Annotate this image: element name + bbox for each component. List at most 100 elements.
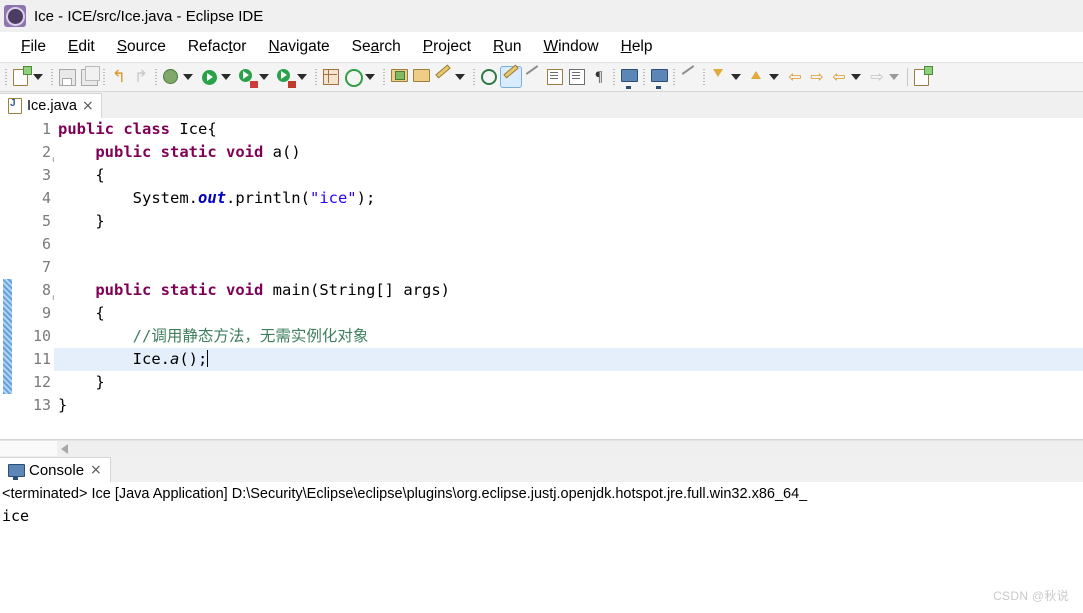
save-all-icon[interactable] bbox=[78, 65, 100, 88]
code-token: { bbox=[58, 304, 105, 322]
toggle-mark-occurrences-icon[interactable] bbox=[500, 63, 522, 88]
menu-run[interactable]: Run bbox=[482, 36, 532, 58]
window-title: Ice - ICE/src/Ice.java - Eclipse IDE bbox=[34, 7, 264, 25]
open-type-icon[interactable] bbox=[388, 66, 410, 88]
paragraph-icon[interactable]: ¶ bbox=[588, 66, 610, 88]
terminal-icon[interactable] bbox=[648, 66, 670, 88]
code-token: a() bbox=[263, 143, 301, 161]
menu-edit[interactable]: Edit bbox=[57, 36, 106, 58]
scrollbar-track[interactable] bbox=[57, 441, 1083, 456]
forward-with-mark-icon[interactable]: ⇨ bbox=[806, 66, 828, 88]
code-token: public bbox=[95, 143, 152, 161]
code-token: void bbox=[226, 143, 264, 161]
code-token: //调用静态方法，无需实例化对象 bbox=[132, 327, 369, 345]
code-line[interactable]: public static void a() bbox=[54, 141, 1083, 164]
new-wizard-dropdown-icon[interactable] bbox=[33, 74, 43, 80]
back-dropdown-icon[interactable] bbox=[851, 74, 861, 80]
open-declaration-icon[interactable] bbox=[544, 66, 566, 88]
code-line[interactable]: { bbox=[54, 302, 1083, 325]
debug-icon[interactable] bbox=[160, 66, 182, 88]
menu-source[interactable]: Source bbox=[106, 36, 177, 58]
profile-dropdown-icon[interactable] bbox=[297, 74, 307, 80]
code-line[interactable]: } bbox=[54, 394, 1083, 417]
code-token: a bbox=[169, 350, 180, 368]
code-line[interactable]: } bbox=[54, 210, 1083, 233]
close-icon[interactable]: × bbox=[82, 99, 94, 113]
code-line[interactable] bbox=[54, 233, 1083, 256]
code-line[interactable] bbox=[54, 256, 1083, 279]
line-number: 10 bbox=[32, 327, 51, 345]
run-icon[interactable] bbox=[198, 66, 220, 88]
debug-dropdown-icon[interactable] bbox=[183, 74, 193, 80]
code-line[interactable]: Ice.a(); bbox=[54, 348, 1083, 371]
open-task-icon[interactable] bbox=[410, 66, 432, 88]
scroll-left-icon[interactable] bbox=[61, 443, 68, 454]
line-number: 7 bbox=[41, 258, 51, 276]
forward-icon: ⇨ bbox=[870, 67, 884, 86]
code-token: (); bbox=[179, 350, 208, 368]
code-line[interactable]: //调用静态方法，无需实例化对象 bbox=[54, 325, 1083, 348]
menu-window[interactable]: Window bbox=[532, 36, 609, 58]
menu-search[interactable]: Search bbox=[341, 36, 412, 58]
menu-refactor[interactable]: Refactor bbox=[177, 36, 258, 58]
back-with-mark-icon[interactable]: ⇦ bbox=[784, 66, 806, 88]
annotation-column bbox=[0, 118, 14, 439]
line-number: 12 bbox=[32, 373, 51, 391]
toolbar-separator bbox=[51, 69, 53, 85]
toolbar-separator bbox=[5, 69, 7, 85]
console-output[interactable]: <terminated> Ice [Java Application] D:\S… bbox=[0, 482, 1083, 527]
editor-horizontal-scrollbar[interactable] bbox=[0, 440, 1083, 456]
menu-file[interactable]: File bbox=[10, 36, 57, 58]
new-annotation-dropdown-icon[interactable] bbox=[365, 74, 375, 80]
back-icon[interactable]: ⇦ bbox=[828, 66, 850, 88]
toolbar-separator bbox=[673, 69, 675, 85]
toolbar-separator bbox=[703, 69, 705, 85]
new-window-icon[interactable] bbox=[911, 66, 933, 88]
code-line[interactable]: { bbox=[54, 164, 1083, 187]
search-dropdown-icon[interactable] bbox=[455, 74, 465, 80]
menu-help[interactable]: Help bbox=[610, 36, 664, 58]
code-token: out bbox=[197, 189, 226, 207]
code-line[interactable]: public class Ice{ bbox=[54, 118, 1083, 141]
console-icon[interactable] bbox=[618, 66, 640, 88]
save-icon[interactable] bbox=[56, 66, 78, 88]
main-toolbar: ↰ ↱ ¶ ⇦ ⇨ ⇦ ⇨ bbox=[0, 62, 1083, 92]
code-editor[interactable]: 12345678910111213 public class Ice{ publ… bbox=[0, 118, 1083, 440]
menu-project[interactable]: Project bbox=[412, 36, 482, 58]
code-line[interactable]: } bbox=[54, 371, 1083, 394]
code-token: Ice{ bbox=[170, 120, 217, 138]
line-number: 8 bbox=[14, 279, 51, 302]
line-number: 4 bbox=[41, 189, 51, 207]
editor-tab-ice-java[interactable]: Ice.java × bbox=[0, 93, 102, 118]
redo-icon: ↱ bbox=[133, 66, 149, 87]
new-annotation-icon[interactable] bbox=[342, 66, 364, 88]
next-edit-dropdown-icon[interactable] bbox=[769, 74, 779, 80]
next-edit-icon[interactable] bbox=[746, 66, 768, 88]
code-token: static bbox=[160, 281, 217, 299]
new-java-project-icon[interactable] bbox=[320, 66, 342, 88]
previous-edit-icon[interactable] bbox=[708, 66, 730, 88]
run-dropdown-icon[interactable] bbox=[221, 74, 231, 80]
code-line[interactable]: public static void main(String[] args) bbox=[54, 279, 1083, 302]
line-number-gutter: 12345678910111213 bbox=[14, 118, 54, 439]
skip-breakpoints-icon[interactable] bbox=[522, 64, 544, 88]
new-wizard-icon[interactable] bbox=[10, 66, 32, 88]
close-icon[interactable]: × bbox=[90, 463, 102, 477]
previous-edit-dropdown-icon[interactable] bbox=[731, 74, 741, 80]
show-whitespace-icon[interactable] bbox=[566, 66, 588, 88]
console-tab[interactable]: Console × bbox=[0, 457, 111, 482]
code-line[interactable]: System.out.println("ice"); bbox=[54, 187, 1083, 210]
search-icon[interactable] bbox=[432, 63, 454, 88]
line-number: 9 bbox=[41, 304, 51, 322]
profile-icon[interactable] bbox=[274, 66, 296, 88]
coverage-dropdown-icon[interactable] bbox=[259, 74, 269, 80]
console-tab-strip: Console × bbox=[0, 456, 1083, 482]
next-annotation-icon[interactable] bbox=[478, 66, 500, 88]
pin-icon[interactable] bbox=[678, 64, 700, 88]
menu-navigate[interactable]: Navigate bbox=[257, 36, 340, 58]
coverage-icon[interactable] bbox=[236, 66, 258, 88]
forward-dropdown-icon[interactable] bbox=[889, 74, 899, 80]
code-text-area[interactable]: public class Ice{ public static void a()… bbox=[54, 118, 1083, 439]
undo-icon[interactable]: ↰ bbox=[108, 66, 130, 88]
